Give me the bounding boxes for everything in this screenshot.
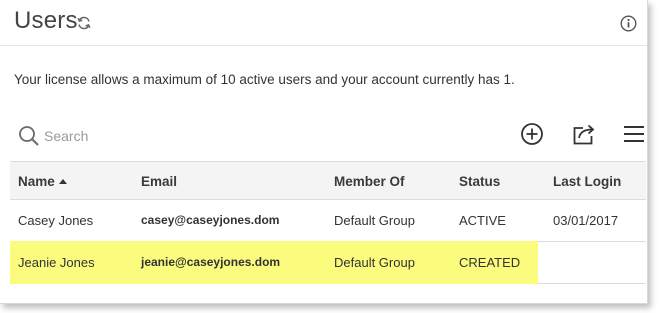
menu-icon[interactable] (623, 124, 645, 144)
cell-member-of: Default Group (334, 213, 415, 228)
cell-name: Casey Jones (18, 213, 94, 228)
cell-status: CREATED (459, 255, 521, 270)
sort-ascending-icon (58, 179, 67, 184)
search-input[interactable] (44, 124, 244, 148)
panel-header: Users (0, 0, 647, 46)
cell-status: ACTIVE (459, 213, 506, 228)
toolbar (14, 118, 646, 158)
column-header-member-of[interactable]: Member Of (334, 174, 405, 189)
cell-member-of: Default Group (334, 255, 415, 270)
column-header-last-login[interactable]: Last Login (553, 174, 621, 189)
refresh-icon[interactable] (76, 15, 92, 31)
export-icon[interactable] (572, 122, 598, 146)
column-header-name[interactable]: Name (18, 174, 67, 189)
page-title: Users (14, 7, 78, 34)
cell-email: casey@caseyjones.dom (141, 213, 280, 227)
users-panel: Users Your license allows a maximum of 1… (0, 0, 648, 304)
table-row[interactable]: Casey Jones casey@caseyjones.dom Default… (10, 200, 646, 242)
table-row[interactable]: Jeanie Jones jeanie@caseyjones.dom Defau… (10, 241, 646, 284)
users-table: Name Email Member Of Status Last Login C… (10, 161, 646, 284)
column-header-email[interactable]: Email (141, 174, 177, 189)
cell-name: Jeanie Jones (18, 255, 95, 270)
add-icon[interactable] (520, 122, 544, 146)
license-message: Your license allows a maximum of 10 acti… (14, 72, 515, 87)
cell-email: jeanie@caseyjones.dom (141, 255, 281, 269)
table-header: Name Email Member Of Status Last Login (10, 161, 646, 200)
info-icon[interactable] (620, 15, 637, 32)
search-icon (19, 126, 39, 146)
column-header-status[interactable]: Status (459, 174, 500, 189)
cell-last-login: 03/01/2017 (553, 213, 619, 228)
